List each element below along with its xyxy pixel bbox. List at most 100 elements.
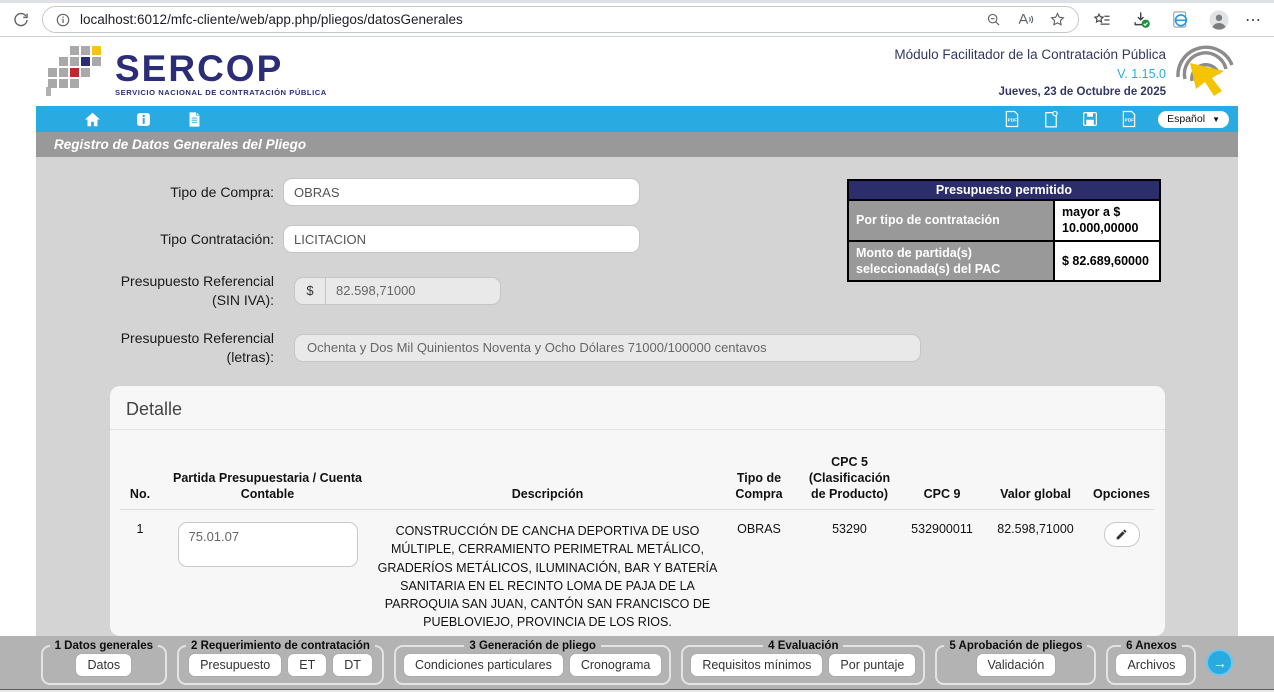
pdf-file-icon: PDF: [1003, 110, 1021, 128]
favorites-star-icon[interactable]: [1049, 11, 1066, 28]
page-title-bar: Registro de Datos Generales del Pliego: [36, 132, 1238, 157]
presupuesto-siniva-value: 82.598,71000: [325, 277, 501, 305]
wizard-navigation: 1 Datos generales Datos 2 Requerimiento …: [0, 636, 1274, 689]
site-info-icon[interactable]: [55, 12, 71, 28]
document-button[interactable]: [184, 109, 204, 129]
detalle-header-row: No. Partida Presupuestaria / Cuenta Cont…: [120, 454, 1155, 510]
module-date: Jueves, 23 de Octubre de 2025: [894, 83, 1166, 101]
column-header-valor-global: Valor global: [983, 454, 1088, 510]
arrow-right-icon: →: [1213, 655, 1227, 671]
row-cpc5: 53290: [798, 510, 901, 636]
profile-button[interactable]: [1206, 7, 1232, 33]
language-selector[interactable]: Español ▼: [1158, 111, 1229, 128]
pp-row-value: mayor a $ 10.000,00000: [1054, 200, 1160, 241]
refresh-button[interactable]: [8, 7, 34, 33]
app-header: SERCOP SERVICIO NACIONAL DE CONTRATACIÓN…: [0, 37, 1274, 106]
browser-actions: ⋯: [1087, 7, 1264, 33]
row-tipo-compra: OBRAS: [720, 510, 798, 636]
pdf-export-button[interactable]: PDF: [1002, 109, 1022, 129]
info-icon: [135, 111, 152, 128]
requisitos-minimos-button[interactable]: Requisitos mínimos: [690, 653, 823, 677]
tipo-compra-label: Tipo de Compra:: [36, 183, 283, 202]
read-aloud-icon[interactable]: [1017, 11, 1034, 28]
archivos-button[interactable]: Archivos: [1115, 653, 1187, 677]
table-row: 1 75.01.07 CONSTRUCCIÓN DE CANCHA DEPORT…: [120, 510, 1155, 636]
column-header-cpc9: CPC 9: [901, 454, 983, 510]
row-number: 1: [120, 510, 160, 636]
cronograma-button[interactable]: Cronograma: [569, 653, 662, 677]
new-document-icon: [1042, 110, 1060, 128]
detalle-panel: Detalle No. Partida Presupuestaria / Cue…: [110, 386, 1165, 636]
presupuesto-siniva-label: Presupuesto Referencial (SIN IVA):: [36, 272, 283, 310]
mfc-arcs-logo-icon: [1172, 41, 1240, 99]
condiciones-particulares-button[interactable]: Condiciones particulares: [403, 653, 564, 677]
wizard-group-requerimiento: 2 Requerimiento de contratación Presupue…: [177, 640, 384, 685]
page-title: Registro de Datos Generales del Pliego: [54, 137, 306, 152]
detalle-title: Detalle: [110, 386, 1165, 430]
home-button[interactable]: [82, 109, 102, 129]
column-header-no: No.: [120, 454, 160, 510]
column-header-cpc5: CPC 5 (Clasificación de Producto): [798, 454, 901, 510]
sercop-logo-tagline: SERVICIO NACIONAL DE CONTRATACIÓN PÚBLIC…: [115, 88, 327, 97]
zoom-out-icon[interactable]: [986, 12, 1002, 28]
currency-symbol: $: [294, 277, 325, 305]
url-text[interactable]: localhost:6012/mfc-cliente/web/app.php/p…: [80, 12, 977, 27]
pdf-print-button[interactable]: PDF: [1119, 109, 1139, 129]
svg-text:PDF: PDF: [1008, 118, 1017, 123]
wizard-group-legend: 2 Requerimiento de contratación: [186, 640, 375, 652]
presupuesto-button[interactable]: Presupuesto: [188, 653, 282, 677]
por-puntaje-button[interactable]: Por puntaje: [828, 653, 916, 677]
new-document-button[interactable]: [1041, 109, 1061, 129]
module-title: Módulo Facilitador de la Contratación Pú…: [894, 45, 1166, 65]
collections-icon: [1093, 11, 1111, 29]
et-button[interactable]: ET: [287, 653, 327, 677]
wizard-group-anexos: 6 Anexos Archivos: [1106, 640, 1196, 685]
more-options-icon[interactable]: ⋯: [1245, 10, 1262, 30]
wizard-group-legend: 3 Generación de pliego: [464, 640, 601, 652]
download-icon: [1132, 10, 1151, 29]
tipo-contratacion-input[interactable]: [283, 225, 640, 253]
ie-mode-icon: [1171, 10, 1190, 29]
form-area: Tipo de Compra: Tipo Contratación: Presu…: [36, 157, 1238, 636]
pp-row-label: Monto de partida(s) seleccionada(s) del …: [848, 241, 1054, 282]
sercop-logo: SERCOP SERVICIO NACIONAL DE CONTRATACIÓN…: [46, 46, 327, 100]
downloads-button[interactable]: [1128, 7, 1154, 33]
wizard-group-datos-generales: 1 Datos generales Datos: [41, 640, 167, 685]
detalle-table: No. Partida Presupuestaria / Cuenta Cont…: [120, 454, 1155, 636]
language-selected-value: Español: [1167, 113, 1205, 125]
app-toolbar: PDF PDF Español ▼: [36, 106, 1238, 132]
ie-mode-button[interactable]: [1167, 7, 1193, 33]
next-step-button[interactable]: →: [1206, 649, 1233, 676]
wizard-group-aprobacion: 5 Aprobación de pliegos Validación: [935, 640, 1096, 685]
presupuesto-permitido-title: Presupuesto permitido: [848, 180, 1160, 200]
sercop-logo-text: SERCOP: [115, 52, 327, 85]
row-valor-global: 82.598,71000: [983, 510, 1088, 636]
sercop-logo-mosaic-icon: [46, 46, 108, 100]
presupuesto-siniva-field: $ 82.598,71000: [294, 277, 501, 305]
address-bar[interactable]: localhost:6012/mfc-cliente/web/app.php/p…: [42, 6, 1079, 33]
column-header-opciones: Opciones: [1088, 454, 1155, 510]
home-icon: [83, 110, 102, 129]
refresh-icon: [12, 11, 30, 29]
wizard-group-legend: 4 Evaluación: [763, 640, 843, 652]
datos-button[interactable]: Datos: [75, 653, 132, 677]
wizard-group-generacion-pliego: 3 Generación de pliego Condiciones parti…: [394, 640, 671, 685]
edit-row-button[interactable]: [1104, 522, 1140, 547]
save-button[interactable]: [1080, 109, 1100, 129]
partida-input[interactable]: 75.01.07: [178, 522, 358, 567]
presupuesto-letras-value: Ochenta y Dos Mil Quinientos Noventa y O…: [294, 334, 921, 362]
column-header-tipo-compra: Tipo de Compra: [720, 454, 798, 510]
dt-button[interactable]: DT: [332, 653, 373, 677]
wizard-group-legend: 1 Datos generales: [50, 640, 158, 652]
column-header-partida: Partida Presupuestaria / Cuenta Contable: [160, 454, 375, 510]
tipo-contratacion-label: Tipo Contratación:: [36, 230, 283, 249]
profile-avatar-icon: [1208, 9, 1230, 31]
collections-button[interactable]: [1089, 7, 1115, 33]
tipo-compra-input[interactable]: [283, 178, 640, 206]
pdf-file-icon: PDF: [1120, 110, 1138, 128]
browser-toolbar: localhost:6012/mfc-cliente/web/app.php/p…: [0, 0, 1274, 37]
pp-row-label: Por tipo de contratación: [848, 200, 1054, 241]
document-icon: [186, 111, 203, 128]
info-button[interactable]: [133, 109, 153, 129]
validacion-button[interactable]: Validación: [976, 653, 1057, 677]
